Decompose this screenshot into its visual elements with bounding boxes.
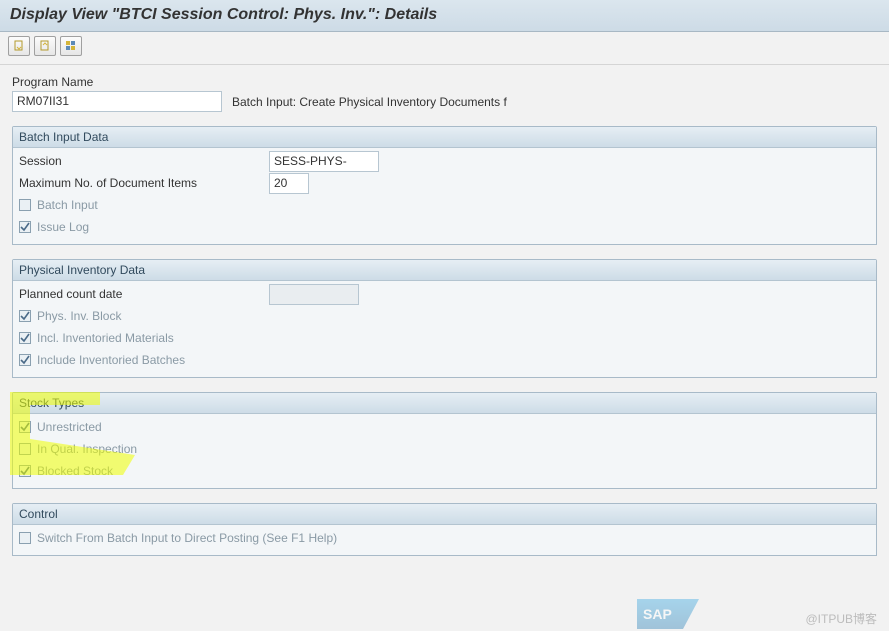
issue-log-checkbox[interactable]: [19, 221, 31, 233]
toolbar-btn-3[interactable]: [60, 36, 82, 56]
document-up-icon: [39, 40, 51, 52]
grid-icon: [65, 40, 77, 52]
session-field[interactable]: SESS-PHYS-: [269, 151, 379, 172]
program-name-field[interactable]: RM07II31: [12, 91, 222, 112]
program-name-label: Program Name: [12, 75, 257, 89]
group-stock-types: Stock Types Unrestricted In Qual. Inspec…: [12, 392, 877, 489]
group-batch-input: Batch Input Data Session SESS-PHYS- Maxi…: [12, 126, 877, 245]
group-header-control: Control: [13, 504, 876, 525]
document-arrow-icon: [13, 40, 25, 52]
group-header-phys-inv: Physical Inventory Data: [13, 260, 876, 281]
planned-date-field[interactable]: [269, 284, 359, 305]
qual-inspection-checkbox[interactable]: [19, 443, 31, 455]
toolbar-btn-2[interactable]: [34, 36, 56, 56]
maxitems-field[interactable]: 20: [269, 173, 309, 194]
page-title-bar: Display View "BTCI Session Control: Phys…: [0, 0, 889, 32]
phys-block-label: Phys. Inv. Block: [37, 309, 121, 323]
blocked-stock-label: Blocked Stock: [37, 464, 113, 478]
planned-date-label: Planned count date: [19, 287, 269, 301]
incl-mat-label: Incl. Inventoried Materials: [37, 331, 174, 345]
unrestricted-label: Unrestricted: [37, 420, 102, 434]
batch-input-checkbox[interactable]: [19, 199, 31, 211]
group-header-batch-input: Batch Input Data: [13, 127, 876, 148]
incl-batch-checkbox[interactable]: [19, 354, 31, 366]
switch-direct-posting-checkbox[interactable]: [19, 532, 31, 544]
svg-text:SAP: SAP: [643, 606, 672, 622]
maxitems-label: Maximum No. of Document Items: [19, 176, 269, 190]
switch-direct-posting-label: Switch From Batch Input to Direct Postin…: [37, 531, 337, 545]
toolbar: [0, 32, 889, 65]
toolbar-btn-1[interactable]: [8, 36, 30, 56]
page-title: Display View "BTCI Session Control: Phys…: [10, 6, 437, 23]
content-area: Program Name RM07II31 Batch Input: Creat…: [0, 65, 889, 566]
session-label: Session: [19, 154, 269, 168]
sap-logo-icon: SAP: [637, 599, 699, 629]
group-phys-inv: Physical Inventory Data Planned count da…: [12, 259, 877, 378]
incl-mat-checkbox[interactable]: [19, 332, 31, 344]
program-description: Batch Input: Create Physical Inventory D…: [232, 95, 507, 109]
blocked-stock-checkbox[interactable]: [19, 465, 31, 477]
unrestricted-checkbox[interactable]: [19, 421, 31, 433]
incl-batch-label: Include Inventoried Batches: [37, 353, 185, 367]
watermark-text: @ITPUB博客: [805, 610, 877, 627]
group-header-stock-types: Stock Types: [13, 393, 876, 414]
batch-input-label: Batch Input: [37, 198, 98, 212]
qual-inspection-label: In Qual. Inspection: [37, 442, 137, 456]
group-control: Control Switch From Batch Input to Direc…: [12, 503, 877, 556]
phys-block-checkbox[interactable]: [19, 310, 31, 322]
issue-log-label: Issue Log: [37, 220, 89, 234]
